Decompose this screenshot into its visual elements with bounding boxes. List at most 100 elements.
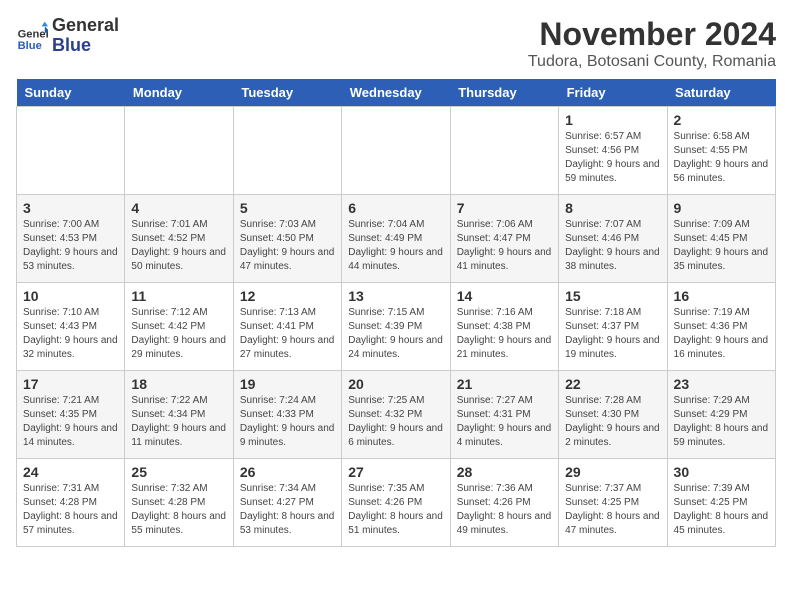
day-number: 15 [565,288,660,304]
day-info: Sunrise: 7:39 AM Sunset: 4:25 PM Dayligh… [674,482,769,538]
header-friday: Friday [559,79,667,107]
table-row [233,107,341,195]
day-info: Sunrise: 7:10 AM Sunset: 4:43 PM Dayligh… [23,306,118,362]
logo-line2: Blue [52,36,119,56]
day-info: Sunrise: 7:27 AM Sunset: 4:31 PM Dayligh… [457,394,552,450]
table-row: 5 Sunrise: 7:03 AM Sunset: 4:50 PM Daylig… [233,195,341,283]
day-info: Sunrise: 7:25 AM Sunset: 4:32 PM Dayligh… [348,394,443,450]
header-tuesday: Tuesday [233,79,341,107]
day-number: 5 [240,200,335,216]
header-wednesday: Wednesday [342,79,450,107]
header-thursday: Thursday [450,79,558,107]
table-row: 29Sunrise: 7:37 AM Sunset: 4:25 PM Dayli… [559,459,667,547]
day-number: 14 [457,288,552,304]
table-row: 30 Sunrise: 7:39 AM Sunset: 4:25 PM Dayli… [667,459,775,547]
table-row [342,107,450,195]
calendar-week-4: 17Sunrise: 7:21 AM Sunset: 4:35 PM Dayli… [17,371,776,459]
table-row [450,107,558,195]
day-info: Sunrise: 7:31 AM Sunset: 4:28 PM Dayligh… [23,482,118,538]
day-number: 22 [565,376,660,392]
day-info: Sunrise: 7:09 AM Sunset: 4:45 PM Dayligh… [674,218,769,274]
day-info: Sunrise: 7:06 AM Sunset: 4:47 PM Dayligh… [457,218,552,274]
logo-icon: General Blue [16,20,48,52]
day-info: Sunrise: 7:16 AM Sunset: 4:38 PM Dayligh… [457,306,552,362]
day-info: Sunrise: 7:21 AM Sunset: 4:35 PM Dayligh… [23,394,118,450]
calendar-week-1: 1 Sunrise: 6:57 AM Sunset: 4:56 PM Daylig… [17,107,776,195]
table-row: 4 Sunrise: 7:01 AM Sunset: 4:52 PM Daylig… [125,195,233,283]
calendar-header-row: Sunday Monday Tuesday Wednesday Thursday… [17,79,776,107]
day-number: 25 [131,464,226,480]
day-number: 13 [348,288,443,304]
day-info: Sunrise: 6:58 AM Sunset: 4:55 PM Dayligh… [674,130,769,186]
day-number: 20 [348,376,443,392]
table-row: 11Sunrise: 7:12 AM Sunset: 4:42 PM Dayli… [125,283,233,371]
day-info: Sunrise: 7:00 AM Sunset: 4:53 PM Dayligh… [23,218,118,274]
day-number: 16 [674,288,769,304]
calendar-week-3: 10 Sunrise: 7:10 AM Sunset: 4:43 PM Dayli… [17,283,776,371]
day-info: Sunrise: 7:07 AM Sunset: 4:46 PM Dayligh… [565,218,660,274]
table-row: 3 Sunrise: 7:00 AM Sunset: 4:53 PM Daylig… [17,195,125,283]
table-row: 24 Sunrise: 7:31 AM Sunset: 4:28 PM Dayli… [17,459,125,547]
table-row: 6Sunrise: 7:04 AM Sunset: 4:49 PM Daylig… [342,195,450,283]
calendar-table: Sunday Monday Tuesday Wednesday Thursday… [16,79,776,547]
logo-line1: General [52,16,119,36]
header-monday: Monday [125,79,233,107]
day-info: Sunrise: 7:24 AM Sunset: 4:33 PM Dayligh… [240,394,335,450]
day-number: 2 [674,112,769,128]
day-number: 7 [457,200,552,216]
day-number: 10 [23,288,118,304]
table-row: 20 Sunrise: 7:25 AM Sunset: 4:32 PM Dayli… [342,371,450,459]
day-number: 12 [240,288,335,304]
table-row: 22Sunrise: 7:28 AM Sunset: 4:30 PM Dayli… [559,371,667,459]
day-number: 21 [457,376,552,392]
day-info: Sunrise: 7:32 AM Sunset: 4:28 PM Dayligh… [131,482,226,538]
day-info: Sunrise: 7:18 AM Sunset: 4:37 PM Dayligh… [565,306,660,362]
day-info: Sunrise: 7:12 AM Sunset: 4:42 PM Dayligh… [131,306,226,362]
calendar-week-5: 24 Sunrise: 7:31 AM Sunset: 4:28 PM Dayli… [17,459,776,547]
table-row: 18 Sunrise: 7:22 AM Sunset: 4:34 PM Dayli… [125,371,233,459]
day-number: 28 [457,464,552,480]
header-saturday: Saturday [667,79,775,107]
calendar-week-2: 3 Sunrise: 7:00 AM Sunset: 4:53 PM Daylig… [17,195,776,283]
day-number: 4 [131,200,226,216]
table-row: 23Sunrise: 7:29 AM Sunset: 4:29 PM Dayli… [667,371,775,459]
day-info: Sunrise: 7:15 AM Sunset: 4:39 PM Dayligh… [348,306,443,362]
day-info: Sunrise: 7:03 AM Sunset: 4:50 PM Dayligh… [240,218,335,274]
day-info: Sunrise: 7:34 AM Sunset: 4:27 PM Dayligh… [240,482,335,538]
table-row: 7 Sunrise: 7:06 AM Sunset: 4:47 PM Daylig… [450,195,558,283]
calendar-subtitle: Tudora, Botosani County, Romania [528,53,776,71]
day-info: Sunrise: 7:01 AM Sunset: 4:52 PM Dayligh… [131,218,226,274]
day-number: 27 [348,464,443,480]
day-number: 18 [131,376,226,392]
table-row: 28Sunrise: 7:36 AM Sunset: 4:26 PM Dayli… [450,459,558,547]
day-info: Sunrise: 7:37 AM Sunset: 4:25 PM Dayligh… [565,482,660,538]
table-row: 15 Sunrise: 7:18 AM Sunset: 4:37 PM Dayli… [559,283,667,371]
day-info: Sunrise: 7:19 AM Sunset: 4:36 PM Dayligh… [674,306,769,362]
day-info: Sunrise: 7:35 AM Sunset: 4:26 PM Dayligh… [348,482,443,538]
logo: General Blue General Blue [16,16,119,56]
table-row [125,107,233,195]
table-row: 21 Sunrise: 7:27 AM Sunset: 4:31 PM Dayli… [450,371,558,459]
day-number: 30 [674,464,769,480]
table-row: 2 Sunrise: 6:58 AM Sunset: 4:55 PM Daylig… [667,107,775,195]
day-info: Sunrise: 6:57 AM Sunset: 4:56 PM Dayligh… [565,130,660,186]
header-sunday: Sunday [17,79,125,107]
table-row: 19 Sunrise: 7:24 AM Sunset: 4:33 PM Dayli… [233,371,341,459]
day-info: Sunrise: 7:22 AM Sunset: 4:34 PM Dayligh… [131,394,226,450]
table-row [17,107,125,195]
table-row: 17Sunrise: 7:21 AM Sunset: 4:35 PM Dayli… [17,371,125,459]
table-row: 26 Sunrise: 7:34 AM Sunset: 4:27 PM Dayli… [233,459,341,547]
day-number: 1 [565,112,660,128]
table-row: 27 Sunrise: 7:35 AM Sunset: 4:26 PM Dayli… [342,459,450,547]
table-row: 10 Sunrise: 7:10 AM Sunset: 4:43 PM Dayli… [17,283,125,371]
logo-text: General Blue [52,16,119,56]
table-row: 14 Sunrise: 7:16 AM Sunset: 4:38 PM Dayli… [450,283,558,371]
day-number: 3 [23,200,118,216]
day-number: 24 [23,464,118,480]
table-row: 25 Sunrise: 7:32 AM Sunset: 4:28 PM Dayli… [125,459,233,547]
table-row: 8Sunrise: 7:07 AM Sunset: 4:46 PM Daylig… [559,195,667,283]
svg-text:Blue: Blue [18,40,42,52]
calendar-title: November 2024 [528,16,776,53]
day-number: 26 [240,464,335,480]
day-number: 19 [240,376,335,392]
